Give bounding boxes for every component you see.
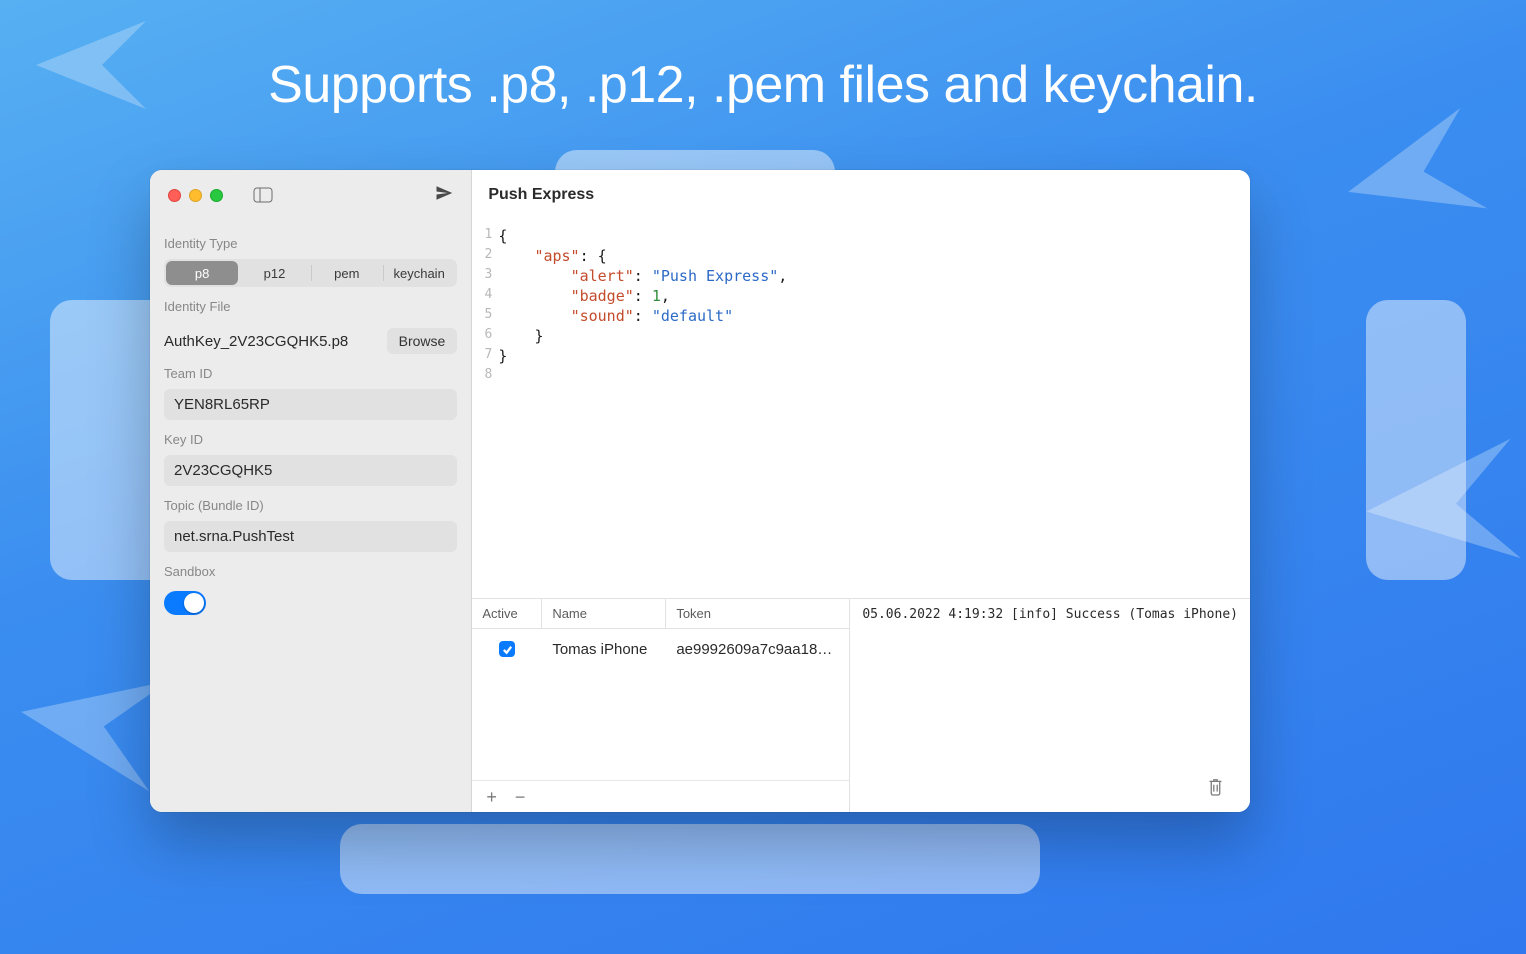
editor-gutter: 12345678 <box>472 226 498 592</box>
identity-type-segmented[interactable]: p8 p12 pem keychain <box>164 259 457 287</box>
sidebar: Identity Type p8 p12 pem keychain Identi… <box>150 170 472 812</box>
minimize-window-button[interactable] <box>189 189 202 202</box>
payload-editor[interactable]: 12345678 { "aps": { "alert": "Push Expre… <box>472 220 1250 598</box>
log-panel: 05.06.2022 4:19:32 [info] Success (Tomas… <box>850 599 1250 812</box>
identity-type-p8[interactable]: p8 <box>166 261 238 285</box>
window-controls <box>168 189 223 202</box>
log-line: 05.06.2022 4:19:32 [info] Success (Tomas… <box>862 607 1238 622</box>
key-id-field[interactable] <box>164 455 457 486</box>
hero-headline: Supports .p8, .p12, .pem files and keych… <box>0 55 1526 115</box>
zoom-window-button[interactable] <box>210 189 223 202</box>
team-id-field[interactable] <box>164 389 457 420</box>
browse-button[interactable]: Browse <box>387 328 458 354</box>
device-name: Tomas iPhone <box>542 641 666 658</box>
send-icon[interactable] <box>435 184 453 207</box>
devices-col-active[interactable]: Active <box>472 599 542 628</box>
device-token: ae9992609a7c9aa185d... <box>666 641 849 658</box>
payload-title: Push Express <box>472 170 1250 220</box>
identity-type-label: Identity Type <box>164 236 457 251</box>
topic-label: Topic (Bundle ID) <box>164 498 457 513</box>
remove-device-button[interactable]: − <box>515 788 526 806</box>
device-active-checkbox[interactable] <box>499 641 515 657</box>
devices-col-token[interactable]: Token <box>666 599 849 628</box>
sandbox-toggle[interactable] <box>164 591 206 615</box>
identity-file-label: Identity File <box>164 299 457 314</box>
close-window-button[interactable] <box>168 189 181 202</box>
identity-file-name: AuthKey_2V23CGQHK5.p8 <box>164 333 377 350</box>
identity-type-keychain[interactable]: keychain <box>383 261 455 285</box>
titlebar <box>150 170 471 220</box>
sidebar-toggle-icon[interactable] <box>253 187 273 203</box>
key-id-label: Key ID <box>164 432 457 447</box>
app-window: Identity Type p8 p12 pem keychain Identi… <box>150 170 1250 812</box>
identity-type-p12[interactable]: p12 <box>238 261 310 285</box>
clear-log-button[interactable] <box>1207 777 1224 800</box>
devices-header: Active Name Token <box>472 599 849 629</box>
devices-panel: Active Name Token Tomas iPhone ae9992609… <box>472 599 850 812</box>
topic-field[interactable] <box>164 521 457 552</box>
team-id-label: Team ID <box>164 366 457 381</box>
editor-code[interactable]: { "aps": { "alert": "Push Express", "bad… <box>498 226 1250 592</box>
identity-type-pem[interactable]: pem <box>311 261 383 285</box>
main-panel: Push Express 12345678 { "aps": { "alert"… <box>472 170 1250 812</box>
sandbox-label: Sandbox <box>164 564 457 579</box>
add-device-button[interactable]: + <box>486 788 497 806</box>
devices-col-name[interactable]: Name <box>542 599 666 628</box>
device-row[interactable]: Tomas iPhone ae9992609a7c9aa185d... <box>472 629 849 669</box>
